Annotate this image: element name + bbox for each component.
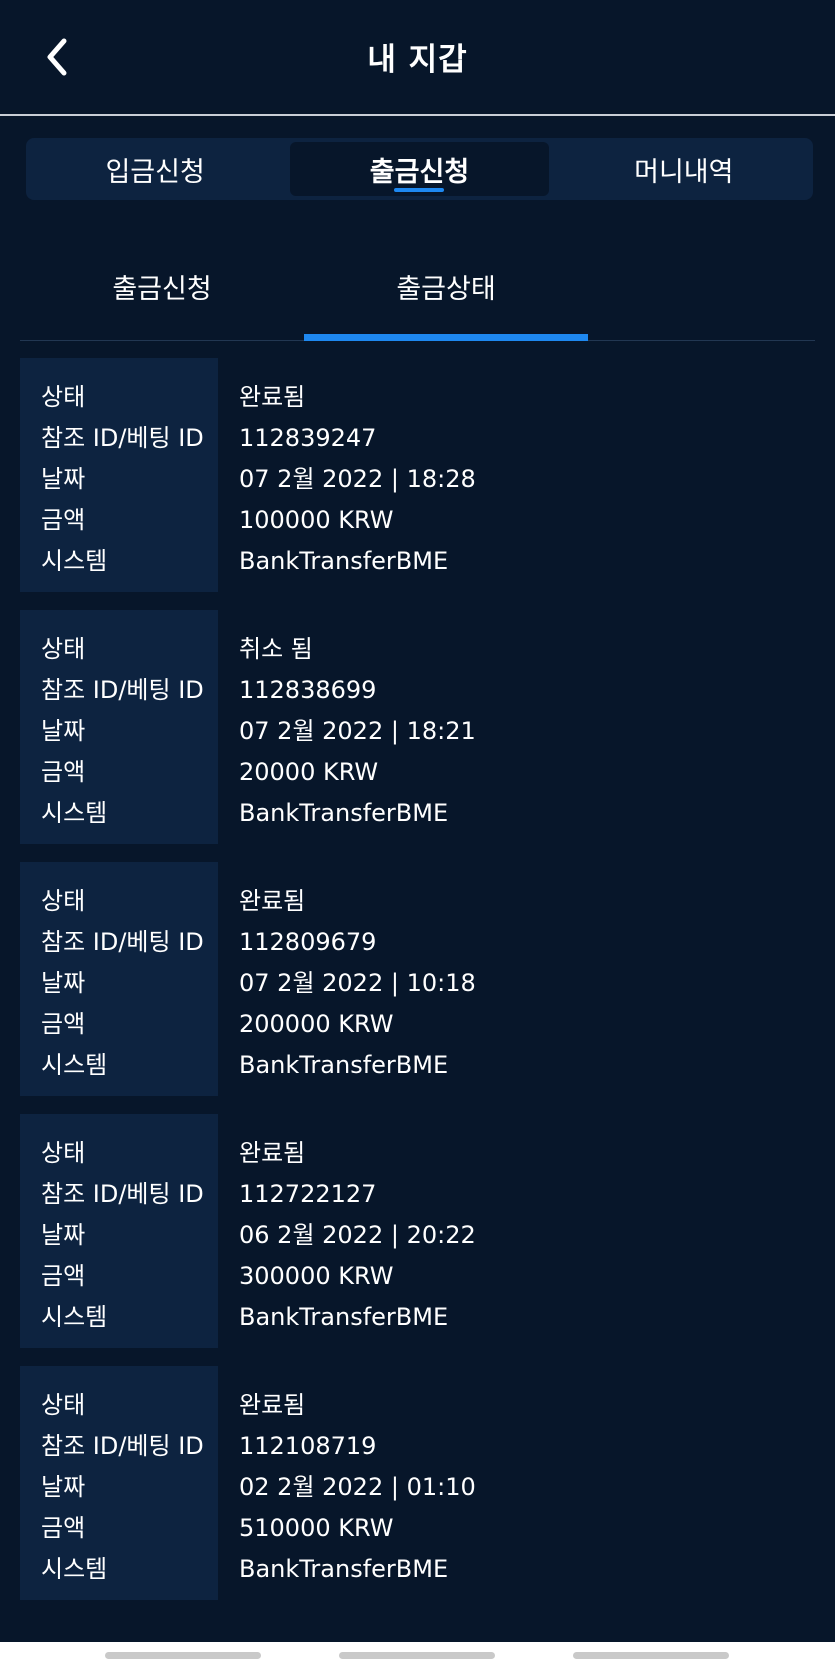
- field-label-status: 상태: [41, 1139, 86, 1167]
- field-value-ref-id: 112722127: [239, 1180, 377, 1208]
- subtab-withdraw-status[interactable]: 출금상태: [304, 232, 588, 341]
- field-label-date: 날짜: [41, 969, 86, 997]
- nav-pill[interactable]: [573, 1652, 729, 1659]
- field-value-date: 07 2월 2022 | 10:18: [239, 969, 476, 997]
- field-value-system: BankTransferBME: [239, 547, 449, 575]
- page-title: 내 지갑: [367, 42, 468, 78]
- field-value-date: 06 2월 2022 | 20:22: [239, 1221, 476, 1249]
- active-tab-indicator: [394, 188, 445, 192]
- nav-pill[interactable]: [105, 1652, 261, 1659]
- field-label-ref-id: 참조 ID/베팅 ID: [41, 1180, 204, 1208]
- field-value-status: 완료됨: [239, 887, 306, 915]
- field-label-amount: 금액: [41, 1010, 86, 1038]
- field-labels: 상태참조 ID/베팅 ID 날짜금액시스템: [20, 1366, 218, 1600]
- tab-label: 출금신청: [369, 156, 470, 188]
- transaction-card: 상태참조 ID/베팅 ID 날짜금액시스템 완료됨 112108719 02 2월 20…: [20, 1366, 815, 1600]
- field-value-amount: 20000 KRW: [239, 758, 379, 786]
- subtab-label: 출금상태: [396, 273, 496, 305]
- field-label-system: 시스템: [41, 1555, 108, 1583]
- field-label-date: 날짜: [41, 1221, 86, 1249]
- field-value-date: 02 2월 2022 | 01:10: [239, 1473, 476, 1501]
- field-label-status: 상태: [41, 1391, 86, 1419]
- field-value-system: BankTransferBME: [239, 1555, 449, 1583]
- field-value-date: 07 2월 2022 | 18:28: [239, 465, 476, 493]
- field-label-date: 날짜: [41, 1473, 86, 1501]
- main-tabs: 입금신청 출금신청 머니내역: [26, 138, 813, 200]
- field-label-date: 날짜: [41, 465, 86, 493]
- field-label-ref-id: 참조 ID/베팅 ID: [41, 1432, 204, 1460]
- field-value-amount: 200000 KRW: [239, 1010, 394, 1038]
- transaction-list: 상태 참조 ID/베팅 ID 날짜 금액 시스템 완료됨 112839247 07 2월 20…: [20, 358, 815, 1618]
- field-value-ref-id: 112108719: [239, 1432, 377, 1460]
- field-value-status: 완료됨: [239, 1391, 306, 1419]
- field-value-system: BankTransferBME: [239, 1303, 449, 1331]
- field-label-amount: 금액: [41, 1262, 86, 1290]
- subtab-withdraw-request[interactable]: 출금신청: [20, 232, 304, 340]
- field-label-status: 상태: [41, 635, 86, 663]
- field-label-amount: 금액: [41, 758, 86, 786]
- field-labels: 상태참조 ID/베팅 ID 날짜금액시스템: [20, 862, 218, 1096]
- field-label-system: 시스템: [41, 1303, 108, 1331]
- field-labels: 상태참조 ID/베팅 ID 날짜금액시스템: [20, 1114, 218, 1348]
- field-labels: 상태참조 ID/베팅 ID 날짜금액시스템: [20, 358, 218, 592]
- field-value-status: 취소 됨: [239, 635, 313, 663]
- field-label-ref-id: 참조 ID/베팅 ID: [41, 928, 204, 956]
- field-label-amount: 금액: [41, 1514, 86, 1542]
- field-label-ref-id: 참조 ID/베팅 ID: [41, 424, 204, 452]
- transaction-card: 상태참조 ID/베팅 ID 날짜금액시스템 완료됨 112839247 07 2월 20…: [20, 358, 815, 592]
- transaction-card: 상태참조 ID/베팅 ID 날짜금액시스템 취소 됨 112838699 07 2월 2…: [20, 610, 815, 844]
- field-value-system: BankTransferBME: [239, 1051, 449, 1079]
- tab-label: 입금신청: [105, 156, 205, 188]
- field-value-status: 완료됨: [239, 383, 306, 411]
- field-label-amount: 금액: [41, 506, 86, 534]
- tab-money-history[interactable]: 머니내역: [555, 142, 813, 196]
- field-value-status: 완료됨: [239, 1139, 306, 1167]
- field-label-system: 시스템: [41, 547, 108, 575]
- bottom-nav-bar: [0, 1642, 835, 1670]
- field-label-status: 상태: [41, 887, 86, 915]
- tab-deposit-request[interactable]: 입금신청: [26, 142, 284, 196]
- field-value-system: BankTransferBME: [239, 799, 449, 827]
- field-label-date: 날짜: [41, 717, 86, 745]
- field-labels: 상태참조 ID/베팅 ID 날짜금액시스템: [20, 610, 218, 844]
- transaction-card: 상태참조 ID/베팅 ID 날짜금액시스템 완료됨 112722127 06 2월 20…: [20, 1114, 815, 1348]
- transaction-card: 상태참조 ID/베팅 ID 날짜금액시스템 완료됨 112809679 07 2월 20…: [20, 862, 815, 1096]
- field-value-amount: 100000 KRW: [239, 506, 394, 534]
- field-value-ref-id: 112839247: [239, 424, 377, 452]
- tab-label: 머니내역: [634, 156, 734, 188]
- field-value-amount: 300000 KRW: [239, 1262, 394, 1290]
- field-value-ref-id: 112809679: [239, 928, 377, 956]
- field-value-ref-id: 112838699: [239, 676, 377, 704]
- field-label-ref-id: 참조 ID/베팅 ID: [41, 676, 204, 704]
- nav-pill[interactable]: [339, 1652, 495, 1659]
- subtab-label: 출금신청: [112, 273, 212, 305]
- field-label-system: 시스템: [41, 799, 108, 827]
- field-value-date: 07 2월 2022 | 18:21: [239, 717, 476, 745]
- sub-tabs: 출금신청 출금상태: [20, 232, 815, 341]
- field-value-amount: 510000 KRW: [239, 1514, 394, 1542]
- tab-withdraw-request[interactable]: 출금신청: [290, 142, 549, 196]
- field-label-system: 시스템: [41, 1051, 108, 1079]
- app-header: 내 지갑: [0, 0, 835, 116]
- field-label-status: 상태: [41, 383, 86, 411]
